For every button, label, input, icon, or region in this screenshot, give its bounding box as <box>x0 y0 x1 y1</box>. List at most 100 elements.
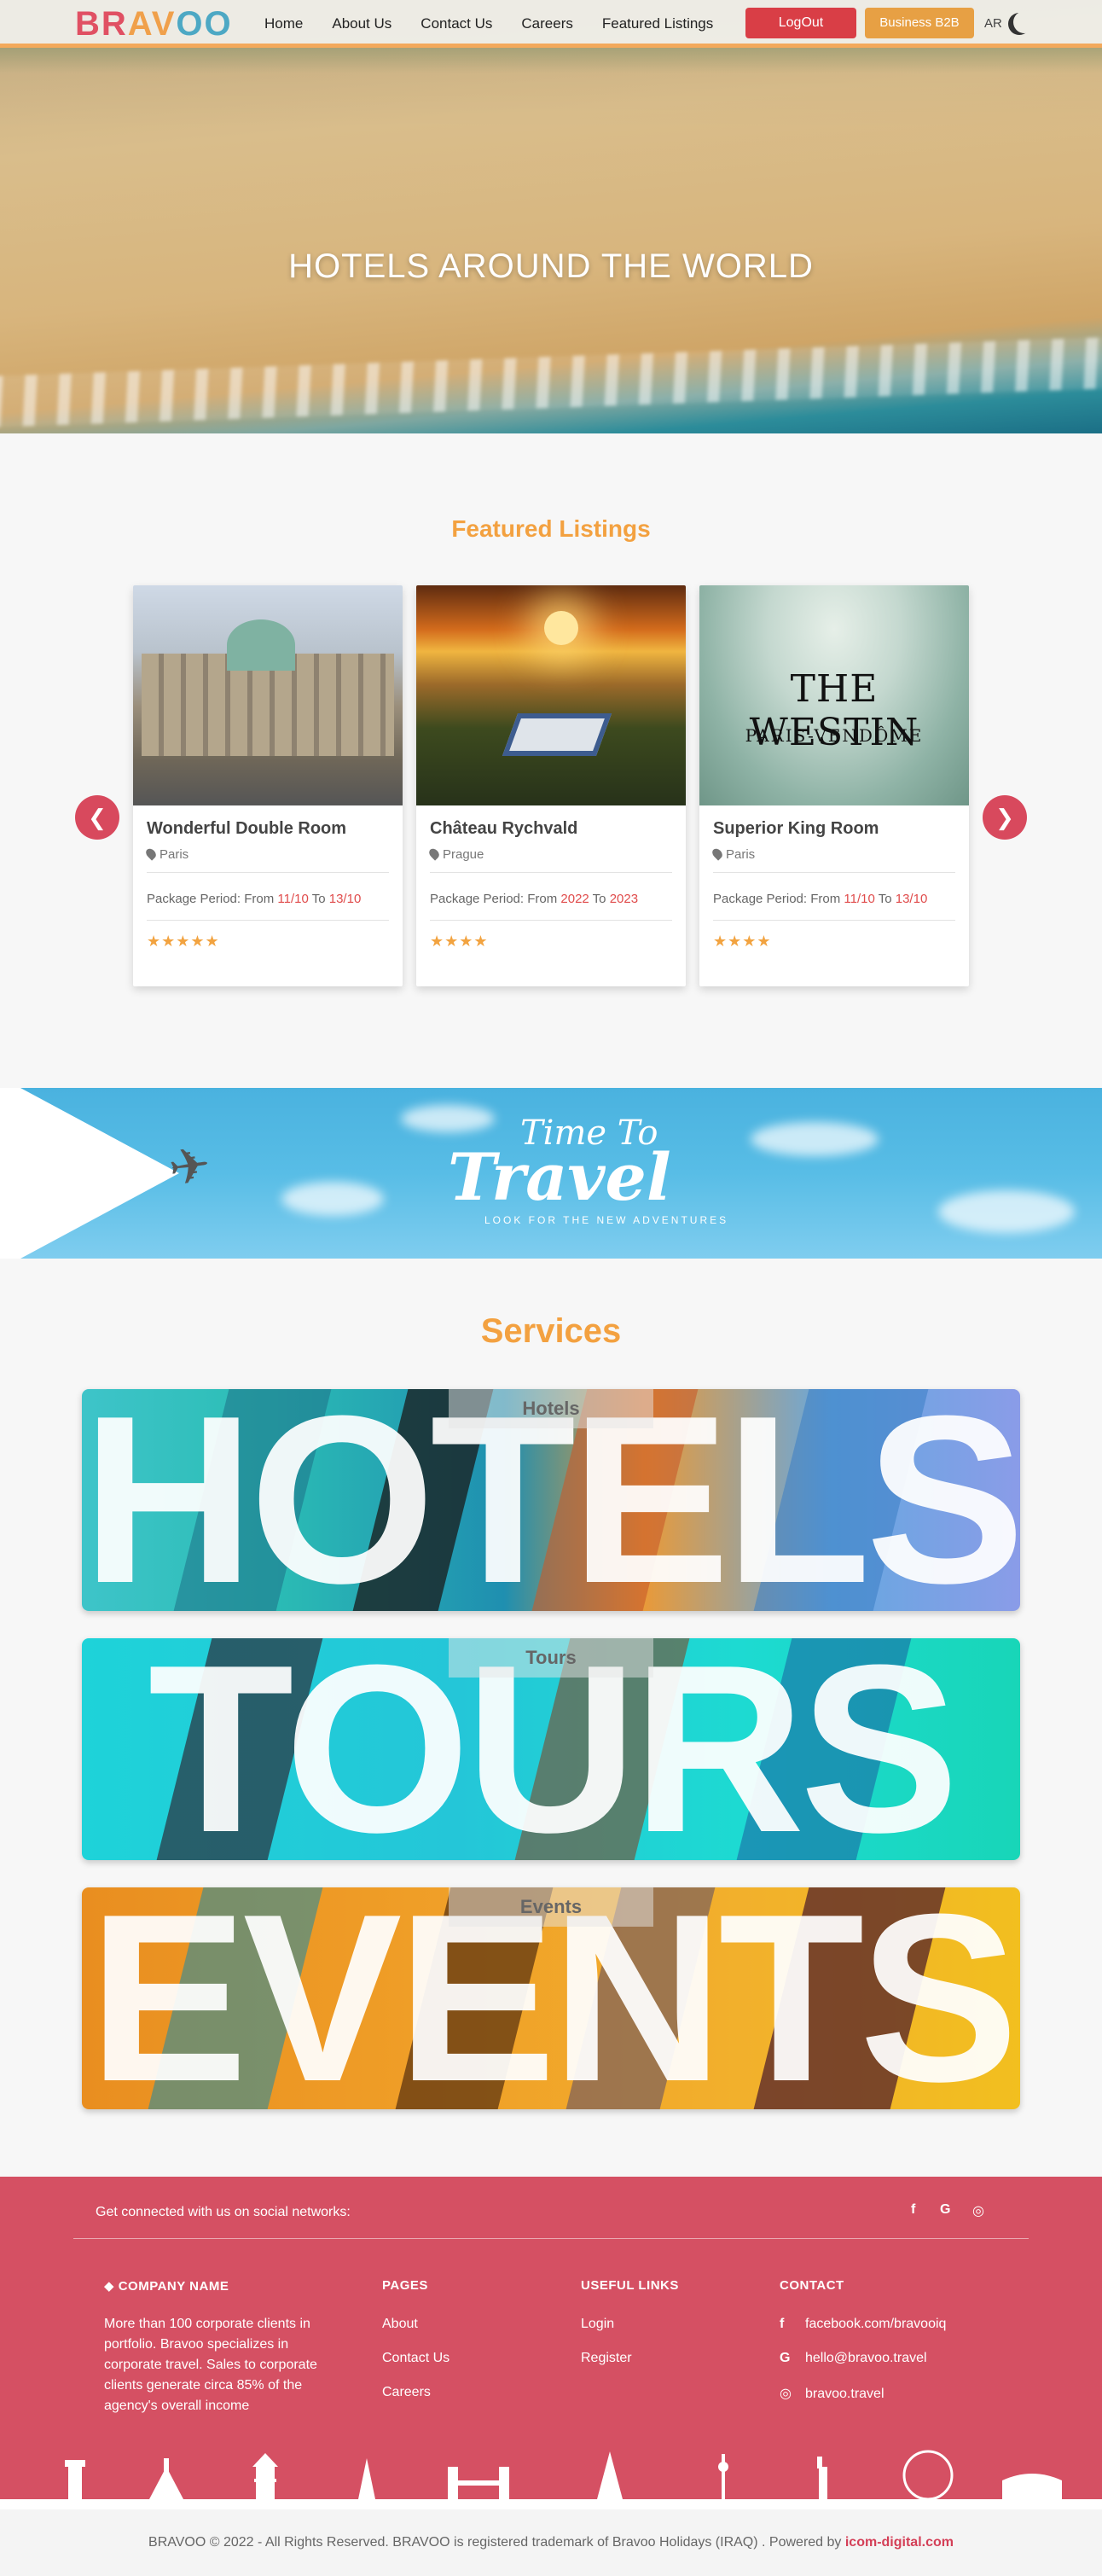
hero-treeline <box>0 48 1102 73</box>
google-icon: G <box>780 2351 791 2365</box>
hero-title: HOTELS AROUND THE WORLD <box>288 247 814 285</box>
logo-part-3: OO <box>176 5 233 43</box>
dark-mode-moon-icon[interactable] <box>1013 11 1035 33</box>
service-label[interactable]: Hotels <box>449 1389 653 1428</box>
instagram-icon: ◎ <box>780 2387 792 2401</box>
carousel-prev-button[interactable]: ❮ <box>75 795 119 840</box>
navbar: BRAVOO Home About Us Contact Us Careers … <box>0 0 1102 48</box>
star-rating: ★★★★ <box>713 933 772 950</box>
service-label[interactable]: Tours <box>449 1638 653 1678</box>
period-to-word: To <box>589 892 610 906</box>
listing-location: Prague <box>426 846 672 873</box>
map-pin-icon <box>143 846 159 861</box>
star-rating: ★★★★★ <box>147 933 220 950</box>
landmarks-skyline <box>0 2450 1102 2509</box>
gem-icon: ◆ <box>104 2279 119 2294</box>
company-heading-text: COMPANY NAME <box>118 2279 229 2294</box>
useful-links-heading: USEFUL LINKS <box>581 2278 679 2293</box>
period-to: 13/10 <box>328 892 362 906</box>
listing-card[interactable]: THE WESTIN PARIS-VENDÔME Superior King R… <box>699 585 969 986</box>
service-hotels-card[interactable]: HOTELS Hotels <box>82 1389 1020 1611</box>
contact-heading: CONTACT <box>780 2278 844 2293</box>
footer-link-login[interactable]: Login <box>581 2317 614 2332</box>
cloud <box>751 1122 879 1156</box>
location-text: Prague <box>443 847 484 862</box>
menu-careers[interactable]: Careers <box>521 15 572 32</box>
hero-banner: HOTELS AROUND THE WORLD <box>0 0 1102 433</box>
period-to-word: To <box>308 892 329 906</box>
menu-about-us[interactable]: About Us <box>332 15 392 32</box>
period-to: 13/10 <box>895 892 928 906</box>
footer-link-register[interactable]: Register <box>581 2351 632 2366</box>
footer-divider <box>73 2238 1029 2239</box>
business-b2b-button[interactable]: Business B2B <box>865 8 974 38</box>
airplane-icon: ✈ <box>165 1136 214 1198</box>
contact-website-text: bravoo.travel <box>805 2387 884 2401</box>
footer-link-contact-us[interactable]: Contact Us <box>382 2351 450 2366</box>
chateau-building <box>502 713 612 756</box>
listing-card[interactable]: Château Rychvald Prague Package Period: … <box>416 585 686 986</box>
listing-card[interactable]: Wonderful Double Room Paris Package Peri… <box>133 585 403 986</box>
period-from: 11/10 <box>277 892 309 906</box>
main-menu: Home About Us Contact Us Careers Feature… <box>264 15 713 32</box>
service-label[interactable]: Events <box>449 1887 653 1927</box>
westin-logo-line2: PARIS-VENDÔME <box>745 725 924 746</box>
logout-button[interactable]: LogOut <box>745 8 856 38</box>
map-pin-icon <box>710 846 725 861</box>
cloud <box>938 1190 1075 1233</box>
services-title: Services <box>480 1312 622 1350</box>
logo-part-2: AV <box>127 5 177 43</box>
footer-link-about[interactable]: About <box>382 2317 418 2332</box>
period-prefix: Package Period: From <box>713 892 844 906</box>
instagram-icon[interactable]: ◎ <box>972 2202 984 2219</box>
period-prefix: Package Period: From <box>430 892 561 906</box>
hero-waves <box>0 335 1102 429</box>
contact-facebook-text: facebook.com/bravooiq <box>805 2317 947 2331</box>
listing-title[interactable]: Wonderful Double Room <box>147 819 389 839</box>
period-prefix: Package Period: From <box>147 892 278 906</box>
listing-image-westin: THE WESTIN PARIS-VENDÔME <box>699 585 969 805</box>
footer: Get connected with us on social networks… <box>0 2177 1102 2509</box>
company-description: More than 100 corporate clients in portf… <box>104 2317 317 2413</box>
copyright-text: BRAVOO © 2022 - All Rights Reserved. BRA… <box>148 2535 845 2550</box>
opera-dome <box>227 619 295 671</box>
period-from: 2022 <box>560 892 589 906</box>
facebook-icon: f <box>780 2317 785 2331</box>
contact-facebook[interactable]: f facebook.com/bravooiq <box>780 2317 946 2332</box>
banner-tagline: LOOK FOR THE NEW ADVENTURES <box>484 1214 729 1226</box>
menu-home[interactable]: Home <box>264 15 303 32</box>
facebook-icon[interactable]: f <box>911 2202 915 2218</box>
google-icon[interactable]: G <box>940 2202 950 2218</box>
company-heading: ◆ COMPANY NAME <box>104 2278 229 2294</box>
time-to-travel-banner: ✈ Time To Travel LOOK FOR THE NEW ADVENT… <box>0 1088 1102 1259</box>
listing-location: Paris <box>710 846 955 873</box>
logo-part-1: BR <box>75 5 128 43</box>
contact-email[interactable]: Ghello@bravoo.travel <box>780 2351 927 2366</box>
menu-featured-listings[interactable]: Featured Listings <box>602 15 713 32</box>
package-period: Package Period: From 2022 To 2023 <box>430 873 672 921</box>
language-toggle[interactable]: AR <box>984 16 1002 31</box>
powered-by-link[interactable]: icom-digital.com <box>845 2535 954 2550</box>
copyright-bar: BRAVOO © 2022 - All Rights Reserved. BRA… <box>0 2509 1102 2576</box>
contact-website[interactable]: ◎ bravoo.travel <box>780 2385 884 2402</box>
service-tours-card[interactable]: TOURS Tours <box>82 1638 1020 1860</box>
menu-contact-us[interactable]: Contact Us <box>420 15 492 32</box>
social-text: Get connected with us on social networks… <box>96 2205 351 2219</box>
period-to-word: To <box>874 892 896 906</box>
service-events-card[interactable]: EVENTS Events <box>82 1887 1020 2109</box>
logo[interactable]: BRAVOO <box>75 5 233 44</box>
cloud <box>401 1105 495 1132</box>
footer-link-careers[interactable]: Careers <box>382 2385 431 2400</box>
listing-title[interactable]: Superior King Room <box>713 819 955 839</box>
carousel-next-button[interactable]: ❯ <box>983 795 1027 840</box>
sunset-sun <box>544 611 578 645</box>
contact-email-text: hello@bravoo.travel <box>805 2351 927 2365</box>
listing-image-opera <box>133 585 403 805</box>
listing-location: Paris <box>143 846 389 873</box>
location-text: Paris <box>726 847 756 862</box>
period-from: 11/10 <box>844 892 875 906</box>
star-rating: ★★★★ <box>430 933 489 950</box>
listing-title[interactable]: Château Rychvald <box>430 819 672 839</box>
cloud <box>281 1182 384 1216</box>
location-text: Paris <box>160 847 189 862</box>
